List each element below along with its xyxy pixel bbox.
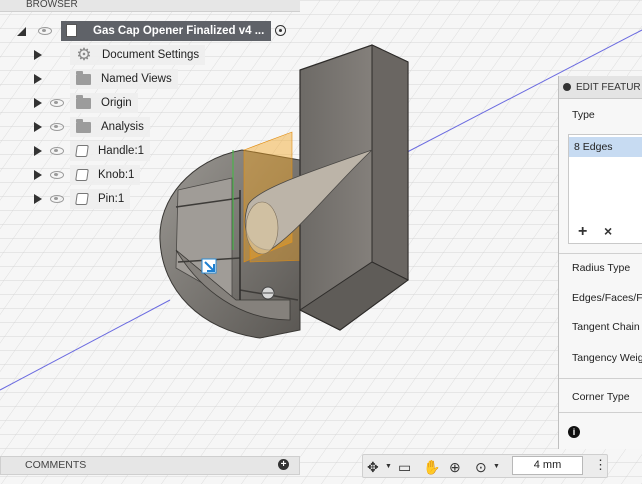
browser-title: BROWSER: [26, 0, 78, 10]
panel-dot-icon: [563, 83, 571, 91]
radius-type-label: Radius Type: [572, 262, 631, 274]
pan-hand-icon[interactable]: ✋: [423, 458, 440, 476]
gear-icon: ⚙: [76, 45, 92, 64]
expand-arrow-icon[interactable]: [34, 146, 42, 156]
remove-selection-button[interactable]: ×: [604, 223, 612, 239]
browser-item-label: Analysis: [101, 121, 144, 133]
eye-icon[interactable]: [50, 99, 64, 107]
browser-item-label: Document Settings: [102, 49, 200, 61]
corner-type-label: Corner Type: [572, 391, 630, 403]
browser-item-label: Named Views: [101, 73, 172, 85]
browser-item[interactable]: Origin: [34, 93, 138, 113]
dimension-input[interactable]: 4 mm: [512, 456, 583, 475]
folder-icon: [76, 94, 91, 109]
body-icon: [75, 145, 89, 157]
expand-arrow-icon[interactable]: [34, 170, 42, 180]
activate-radio-icon[interactable]: [275, 25, 286, 36]
eye-icon[interactable]: [50, 171, 64, 179]
body-icon: [75, 169, 89, 181]
browser-item-label: Pin:1: [98, 193, 125, 205]
tangent-chain-label: Tangent Chain: [572, 321, 640, 333]
eye-icon[interactable]: [50, 195, 64, 203]
browser-item-label: Origin: [101, 97, 132, 109]
browser-item[interactable]: Pin:1: [34, 189, 131, 209]
eye-icon[interactable]: [50, 147, 64, 155]
browser-item-label-box[interactable]: Knob:1: [70, 165, 141, 185]
expand-arrow-icon[interactable]: [34, 194, 42, 204]
divider: [559, 253, 642, 254]
eye-icon: [38, 27, 52, 35]
expand-arrow-icon[interactable]: [34, 122, 42, 132]
browser-root-collapse[interactable]: [17, 21, 26, 41]
comments-label: COMMENTS: [25, 459, 87, 471]
collapse-arrow-icon: [17, 26, 26, 36]
eye-icon[interactable]: [50, 123, 64, 131]
browser-item-label-box[interactable]: ⚙ Document Settings: [70, 45, 206, 65]
selection-list[interactable]: 8 Edges + ×: [568, 134, 642, 244]
expand-arrow-icon[interactable]: [34, 74, 42, 84]
chevron-down-icon[interactable]: ▼: [385, 463, 392, 470]
browser-item-label-box[interactable]: Named Views: [70, 69, 178, 89]
browser-item-label-box[interactable]: Handle:1: [70, 141, 151, 161]
browser-header[interactable]: BROWSER: [0, 0, 300, 12]
document-icon: [66, 24, 77, 37]
selection-item[interactable]: 8 Edges: [569, 137, 642, 157]
edit-feature-panel: EDIT FEATUR Type 8 Edges + × Radius Type…: [558, 76, 642, 449]
orbit-icon[interactable]: ✥: [367, 458, 379, 476]
browser-item-label: Knob:1: [98, 169, 135, 181]
edges-faces-label: Edges/Faces/F: [572, 292, 642, 304]
browser-item[interactable]: Handle:1: [34, 141, 151, 161]
folder-icon: [76, 118, 91, 133]
add-comment-button[interactable]: +: [278, 459, 289, 470]
folder-icon: [76, 70, 91, 85]
browser-item-label-box[interactable]: Origin: [70, 93, 138, 113]
zoom-icon[interactable]: ⊕: [449, 458, 461, 476]
browser-root-item[interactable]: Gas Cap Opener Finalized v4 ...: [61, 21, 271, 41]
type-label: Type: [572, 109, 595, 121]
more-options-icon[interactable]: ⋮: [594, 458, 607, 472]
divider: [559, 378, 642, 379]
browser-item[interactable]: Named Views: [34, 69, 178, 89]
root-visibility-toggle[interactable]: [38, 21, 52, 41]
root-label: Gas Cap Opener Finalized v4 ...: [93, 25, 265, 37]
browser-item[interactable]: Knob:1: [34, 165, 141, 185]
comments-bar[interactable]: COMMENTS: [0, 456, 300, 475]
browser-item-label-box[interactable]: Pin:1: [70, 189, 131, 209]
body-icon: [75, 193, 89, 205]
info-icon[interactable]: i: [568, 426, 580, 438]
browser-item-label: Handle:1: [98, 145, 145, 157]
edit-feature-header[interactable]: EDIT FEATUR: [559, 76, 642, 99]
add-selection-button[interactable]: +: [578, 223, 587, 241]
divider: [559, 412, 642, 413]
expand-arrow-icon[interactable]: [34, 98, 42, 108]
zoom-window-icon[interactable]: ⊙: [475, 458, 487, 476]
expand-arrow-icon[interactable]: [34, 50, 42, 60]
look-at-icon[interactable]: ▭: [398, 458, 411, 476]
edit-feature-title: EDIT FEATUR: [576, 81, 641, 93]
browser-item[interactable]: Analysis: [34, 117, 150, 137]
tangency-weight-label: Tangency Weig: [572, 352, 642, 364]
chevron-down-icon[interactable]: ▼: [493, 463, 500, 470]
browser-item-label-box[interactable]: Analysis: [70, 117, 150, 137]
browser-item[interactable]: ⚙ Document Settings: [34, 45, 206, 65]
